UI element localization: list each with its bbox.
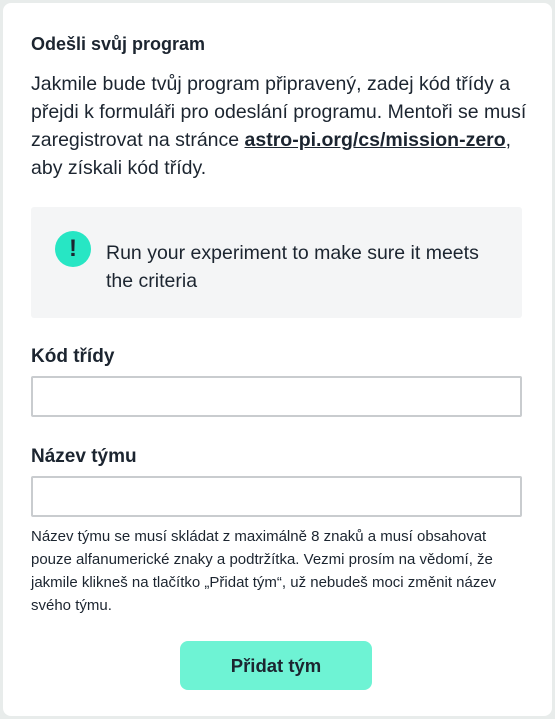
team-name-hint: Název týmu se musí skládat z maximálně 8… — [31, 528, 497, 614]
class-code-input[interactable] — [31, 376, 522, 417]
form-title: Odešli svůj program — [31, 34, 206, 54]
intro-text: Jakmile bude tvůj program připravený, za… — [31, 70, 527, 182]
criteria-callout: ! Run your experiment to make sure it me… — [31, 207, 522, 318]
team-name-input[interactable] — [31, 476, 522, 517]
submit-program-card: Odešli svůj program Jakmile bude tvůj pr… — [3, 3, 552, 716]
exclamation-icon: ! — [55, 231, 91, 267]
callout-text: Run your experiment to make sure it meet… — [106, 242, 479, 292]
mission-zero-link[interactable]: astro-pi.org/cs/mission-zero — [245, 129, 506, 151]
team-name-label: Název týmu — [31, 446, 137, 467]
class-code-label: Kód třídy — [31, 346, 115, 367]
add-team-button[interactable]: Přidat tým — [180, 641, 372, 690]
